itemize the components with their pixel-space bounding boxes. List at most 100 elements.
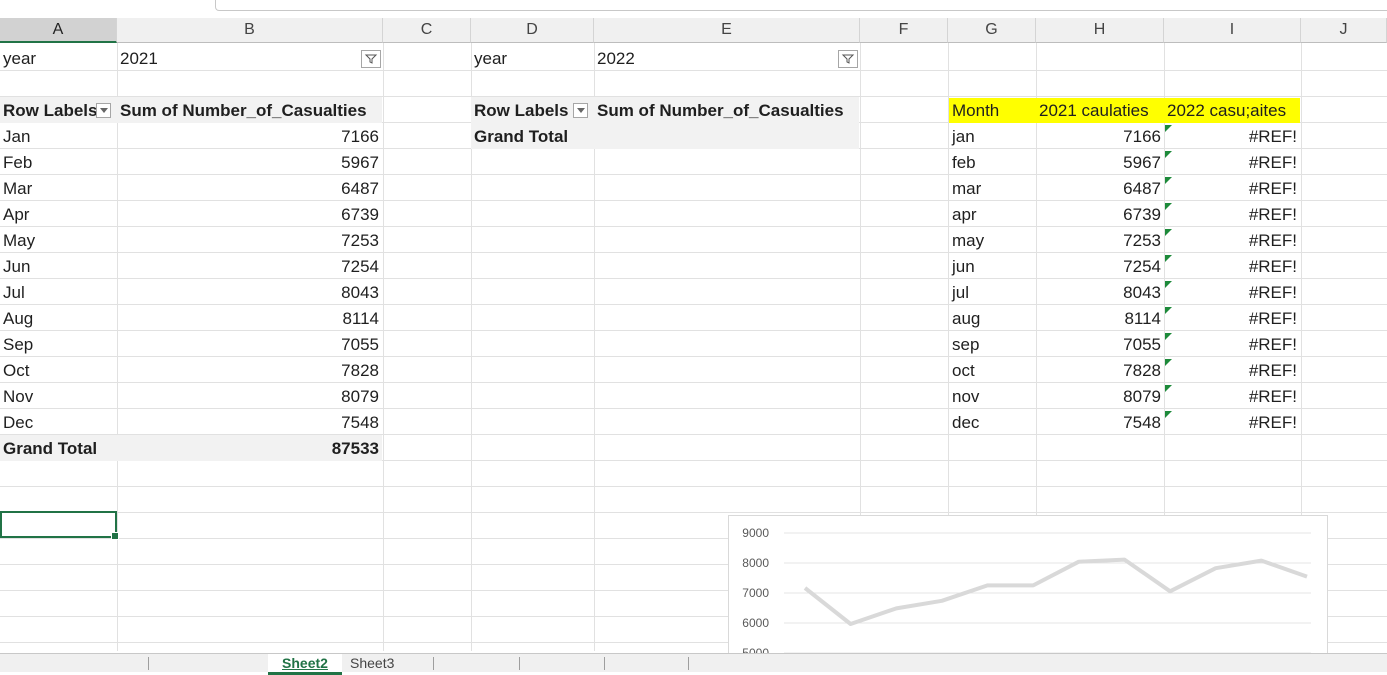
pivot1-row-labels-header[interactable]: Row Labels [0, 98, 96, 123]
casualties-2021-cell[interactable]: 7253 [1036, 228, 1164, 253]
column-header-a[interactable]: A [0, 18, 117, 43]
casualties-2022-cell[interactable]: #REF! [1164, 384, 1300, 409]
pivot1-row-label[interactable]: Nov [0, 384, 116, 409]
pivot1-filter-value[interactable]: 2021 [117, 46, 357, 71]
sheet-tab-clipped-5[interactable] [526, 654, 596, 672]
casualties-2021-cell[interactable]: 6487 [1036, 176, 1164, 201]
pivot2-grand-total-label[interactable]: Grand Total [471, 124, 593, 149]
month-cell[interactable]: jun [949, 254, 1035, 279]
pivot1-row-value[interactable]: 6739 [117, 202, 382, 227]
casualties-2021-header[interactable]: 2021 caulaties [1036, 98, 1164, 123]
pivot1-grand-total-value[interactable]: 87533 [117, 436, 382, 461]
column-header-d[interactable]: D [471, 18, 594, 43]
pivot1-filter-button[interactable] [361, 50, 381, 68]
pivot1-sum-header[interactable]: Sum of Number_of_Casualties [117, 98, 382, 123]
casualties-2021-cell[interactable]: 7166 [1036, 124, 1164, 149]
column-header-c[interactable]: C [383, 18, 471, 43]
casualties-2022-cell[interactable]: #REF! [1164, 124, 1300, 149]
column-header-i[interactable]: I [1164, 18, 1301, 43]
casualties-2022-cell[interactable]: #REF! [1164, 410, 1300, 435]
pivot1-row-labels-dropdown[interactable] [96, 103, 111, 118]
column-header-b[interactable]: B [117, 18, 383, 43]
column-header-g[interactable]: G [948, 18, 1036, 43]
pivot1-row-value[interactable]: 8043 [117, 280, 382, 305]
pivot1-row-label[interactable]: Mar [0, 176, 116, 201]
month-header[interactable]: Month [949, 98, 1035, 123]
tab-separator [148, 657, 149, 670]
pivot1-row-value[interactable]: 6487 [117, 176, 382, 201]
casualties-2022-cell[interactable]: #REF! [1164, 228, 1300, 253]
casualties-2022-cell[interactable]: #REF! [1164, 254, 1300, 279]
casualties-2021-cell[interactable]: 8114 [1036, 306, 1164, 331]
pivot2-filter-value[interactable]: 2022 [594, 46, 834, 71]
sheet-tab-clipped-1[interactable] [30, 654, 140, 672]
casualties-2021-cell[interactable]: 8043 [1036, 280, 1164, 305]
column-header-f[interactable]: F [860, 18, 948, 43]
casualties-2022-cell[interactable]: #REF! [1164, 306, 1300, 331]
pivot1-row-value[interactable]: 8079 [117, 384, 382, 409]
pivot1-row-value[interactable]: 7548 [117, 410, 382, 435]
month-cell[interactable]: jan [949, 124, 1035, 149]
chart-series-line[interactable] [805, 560, 1307, 624]
casualties-2021-cell[interactable]: 7828 [1036, 358, 1164, 383]
pivot1-row-value[interactable]: 5967 [117, 150, 382, 175]
pivot1-row-label[interactable]: Sep [0, 332, 116, 357]
column-header-h[interactable]: H [1036, 18, 1164, 43]
pivot1-row-label[interactable]: Dec [0, 410, 116, 435]
casualties-2022-cell[interactable]: #REF! [1164, 202, 1300, 227]
pivot1-row-label[interactable]: Aug [0, 306, 116, 331]
month-cell[interactable]: aug [949, 306, 1035, 331]
pivot1-row-value[interactable]: 8114 [117, 306, 382, 331]
column-header-j[interactable]: J [1301, 18, 1387, 43]
casualties-2022-cell[interactable]: #REF! [1164, 150, 1300, 175]
pivot1-row-value[interactable]: 7055 [117, 332, 382, 357]
pivot2-filter-button[interactable] [838, 50, 858, 68]
pivot1-grand-total-label[interactable]: Grand Total [0, 436, 116, 461]
pivot1-row-value[interactable]: 7828 [117, 358, 382, 383]
casualties-2022-cell[interactable]: #REF! [1164, 280, 1300, 305]
sheet-tab-active[interactable]: Sheet2 [268, 654, 342, 675]
pivot2-row-labels-header[interactable]: Row Labels [471, 98, 571, 123]
active-cell-selection[interactable] [0, 511, 117, 538]
month-cell[interactable]: sep [949, 332, 1035, 357]
casualties-2021-cell[interactable]: 8079 [1036, 384, 1164, 409]
month-cell[interactable]: jul [949, 280, 1035, 305]
column-header-e[interactable]: E [594, 18, 860, 43]
month-cell[interactable]: oct [949, 358, 1035, 383]
casualties-2022-cell[interactable]: #REF! [1164, 332, 1300, 357]
casualties-2021-cell[interactable]: 7254 [1036, 254, 1164, 279]
sheet-tab-clipped-2[interactable] [155, 654, 255, 672]
pivot2-sum-header[interactable]: Sum of Number_of_Casualties [594, 98, 859, 123]
month-cell[interactable]: mar [949, 176, 1035, 201]
pivot1-row-value[interactable]: 7166 [117, 124, 382, 149]
pivot1-row-label[interactable]: Jun [0, 254, 116, 279]
sheet-tab-clipped-6[interactable] [611, 654, 681, 672]
casualties-2022-cell[interactable]: #REF! [1164, 358, 1300, 383]
pivot1-row-label[interactable]: Feb [0, 150, 116, 175]
pivot1-row-label[interactable]: Jan [0, 124, 116, 149]
sheet-tab-clipped-3[interactable]: Sheet3 [350, 654, 420, 672]
sheet-tab-clipped-4[interactable] [440, 654, 510, 672]
pivot1-row-label[interactable]: Jul [0, 280, 116, 305]
pivot1-row-value[interactable]: 7253 [117, 228, 382, 253]
casualties-2022-header[interactable]: 2022 casu;aites [1164, 98, 1300, 123]
pivot2-filter-label[interactable]: year [471, 46, 593, 71]
month-cell[interactable]: nov [949, 384, 1035, 409]
pivot1-row-value[interactable]: 7254 [117, 254, 382, 279]
pivot1-row-label[interactable]: Apr [0, 202, 116, 227]
casualties-2021-cell[interactable]: 6739 [1036, 202, 1164, 227]
casualties-2021-cell[interactable]: 5967 [1036, 150, 1164, 175]
line-chart[interactable]: 90008000700060005000 [728, 515, 1328, 665]
pivot1-filter-label[interactable]: year [0, 46, 116, 71]
pivot1-row-label[interactable]: Oct [0, 358, 116, 383]
month-cell[interactable]: may [949, 228, 1035, 253]
month-cell[interactable]: feb [949, 150, 1035, 175]
month-cell[interactable]: dec [949, 410, 1035, 435]
formula-bar-edge[interactable] [215, 0, 1387, 11]
casualties-2021-cell[interactable]: 7548 [1036, 410, 1164, 435]
pivot1-row-label[interactable]: May [0, 228, 116, 253]
month-cell[interactable]: apr [949, 202, 1035, 227]
casualties-2021-cell[interactable]: 7055 [1036, 332, 1164, 357]
pivot2-row-labels-dropdown[interactable] [573, 103, 588, 118]
casualties-2022-cell[interactable]: #REF! [1164, 176, 1300, 201]
